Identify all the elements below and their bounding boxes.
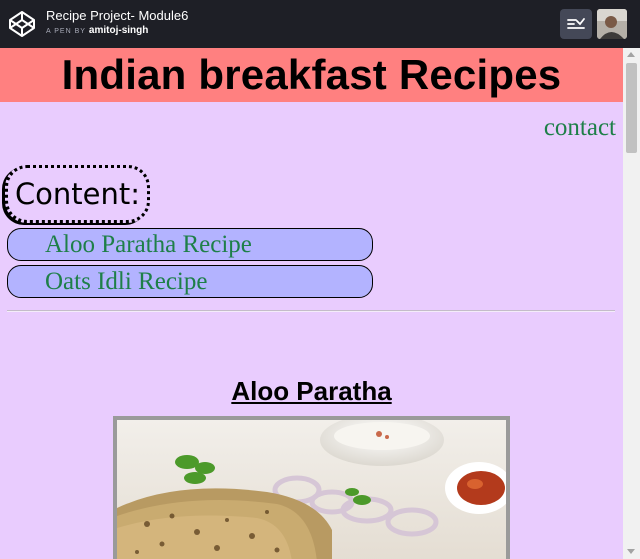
layout-toggle-icon	[567, 18, 585, 29]
change-view-button[interactable]	[560, 9, 592, 39]
pen-info: Recipe Project- Module6 A PEN BY amitoj-…	[46, 8, 188, 38]
codepen-header: Recipe Project- Module6 A PEN BY amitoj-…	[0, 0, 640, 48]
scroll-down-arrow-icon[interactable]	[627, 549, 635, 554]
pen-by-label: A PEN BY	[46, 28, 86, 35]
page-scrollbar[interactable]	[623, 48, 640, 559]
pen-author-line: A PEN BY amitoj-singh	[46, 24, 188, 38]
pen-title[interactable]: Recipe Project- Module6	[46, 8, 188, 24]
section-divider	[7, 310, 615, 312]
contact-link[interactable]: contact	[544, 114, 616, 142]
aloo-paratha-photo	[113, 416, 510, 559]
pen-preview: Indian breakfast Recipes contact Content…	[0, 48, 640, 559]
content-label-box: Content:	[5, 165, 150, 223]
pen-author[interactable]: amitoj-singh	[89, 25, 148, 36]
page-heading: Indian breakfast Recipes	[61, 51, 562, 98]
page-banner: Indian breakfast Recipes	[0, 48, 623, 102]
content-label: Content:	[14, 177, 141, 211]
toc-item-aloo-paratha[interactable]: Aloo Paratha Recipe	[7, 228, 373, 261]
scroll-up-arrow-icon[interactable]	[627, 52, 635, 57]
food-image	[117, 420, 506, 559]
scrollbar-thumb[interactable]	[626, 63, 637, 153]
codepen-logo-icon[interactable]	[8, 10, 36, 38]
toc-item-label: Oats Idli Recipe	[45, 267, 208, 295]
toc-item-oats-idli[interactable]: Oats Idli Recipe	[7, 265, 373, 298]
toc-item-label: Aloo Paratha Recipe	[45, 230, 252, 258]
section-title: Aloo Paratha	[231, 376, 392, 406]
avatar-image	[597, 9, 627, 39]
user-avatar[interactable]	[597, 9, 627, 39]
